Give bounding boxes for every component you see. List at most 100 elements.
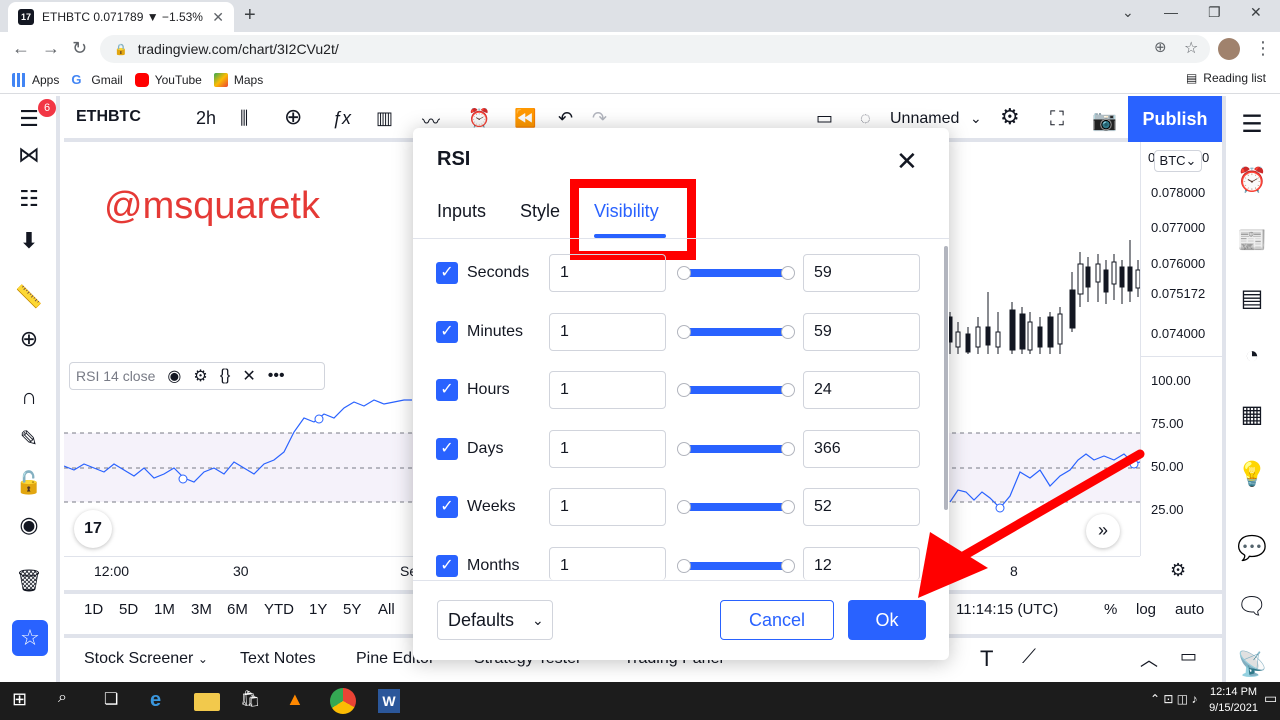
line-tool-icon[interactable]: ⟋ xyxy=(1022,646,1036,669)
bookmark-apps[interactable]: Apps xyxy=(12,72,59,87)
eye-icon[interactable]: ◉ xyxy=(167,366,181,386)
redo-icon[interactable]: ↷ xyxy=(592,108,607,129)
settings-gear-icon[interactable]: ⚙ xyxy=(1000,104,1020,130)
news-icon[interactable]: 📰 xyxy=(1236,226,1268,255)
currency-select[interactable]: BTC⌄ xyxy=(1154,150,1202,172)
rsi-legend[interactable]: RSI 14 close ◉ ⚙ {} ✕ ••• xyxy=(69,362,325,390)
slider-handle-min[interactable] xyxy=(677,442,691,456)
minutes-min-input[interactable]: 1 xyxy=(549,313,666,351)
settings-gear-icon[interactable]: ⚙ xyxy=(193,366,207,386)
unlock-icon[interactable]: 🔓 xyxy=(14,470,44,496)
file-explorer-icon[interactable] xyxy=(194,693,220,711)
tab-text-notes[interactable]: Text Notes xyxy=(240,650,316,668)
remove-icon[interactable]: ✕ xyxy=(242,366,255,386)
broadcast-icon[interactable]: 📡 xyxy=(1236,650,1268,679)
arrow-down-icon[interactable]: ⬇ xyxy=(14,228,44,254)
symbol-search[interactable]: ETHBTC xyxy=(76,108,141,126)
favorites-star-icon[interactable]: ☆ xyxy=(12,620,48,656)
slider-handle-min[interactable] xyxy=(677,559,691,573)
range-1m[interactable]: 1M xyxy=(154,601,175,618)
snapshot-camera-icon[interactable]: 📷 xyxy=(1092,108,1117,133)
eye-icon[interactable]: ◉ xyxy=(14,512,44,538)
minimize-icon[interactable]: — xyxy=(1164,4,1178,20)
indicators-icon[interactable]: ƒx xyxy=(332,108,351,129)
slider-handle-min[interactable] xyxy=(677,325,691,339)
range-1y[interactable]: 1Y xyxy=(309,601,327,618)
ruler-icon[interactable]: 📏 xyxy=(14,284,44,310)
tab-search-icon[interactable]: ⌄ xyxy=(1122,4,1134,21)
zoom-in-icon[interactable]: ⊕ xyxy=(14,326,44,352)
alarm-icon[interactable]: ⏰ xyxy=(468,108,490,129)
slider-handle-max[interactable] xyxy=(781,559,795,573)
bookmark-gmail[interactable]: G Gmail xyxy=(71,72,123,87)
collapse-up-icon[interactable]: ︿ xyxy=(1140,646,1158,672)
bookmark-star-icon[interactable]: ☆ xyxy=(1184,38,1198,58)
bookmark-maps[interactable]: Maps xyxy=(213,72,263,87)
browser-menu-icon[interactable]: ⋮ xyxy=(1254,38,1272,59)
minutes-max-input[interactable]: 59 xyxy=(803,313,920,351)
seconds-min-input[interactable]: 1 xyxy=(549,254,666,292)
defaults-dropdown[interactable]: Defaults ⌄ xyxy=(437,600,553,640)
weeks-min-input[interactable]: 1 xyxy=(549,488,666,526)
close-tab-icon[interactable]: ✕ xyxy=(212,9,224,26)
hotlist-fire-icon[interactable]: ◔ xyxy=(1236,342,1268,370)
range-6m[interactable]: 6M xyxy=(227,601,248,618)
tab-inputs[interactable]: Inputs xyxy=(437,201,486,222)
months-checkbox[interactable]: ✓ xyxy=(436,555,458,577)
layout-name[interactable]: Unnamed xyxy=(890,110,959,128)
minutes-checkbox[interactable]: ✓ xyxy=(436,321,458,343)
range-5d[interactable]: 5D xyxy=(119,601,138,618)
lock-drawings-icon[interactable]: ✎ xyxy=(14,426,44,452)
magnet-icon[interactable]: ∩ xyxy=(14,384,44,410)
maximize-icon[interactable]: ❐ xyxy=(1208,4,1221,21)
word-icon[interactable]: W xyxy=(378,689,400,713)
fib-tool-icon[interactable]: ☷ xyxy=(14,186,44,212)
slider-handle-min[interactable] xyxy=(677,500,691,514)
weeks-checkbox[interactable]: ✓ xyxy=(436,496,458,518)
messages-icon[interactable]: 🗨 xyxy=(1236,592,1268,621)
minutes-range-slider[interactable] xyxy=(684,328,788,336)
reload-icon[interactable]: ↻ xyxy=(72,38,87,59)
vlc-icon[interactable]: ▲ xyxy=(286,689,312,713)
url-bar[interactable]: 🔒 tradingview.com/chart/3I2CVu2t/ xyxy=(100,35,1210,63)
hours-range-slider[interactable] xyxy=(684,386,788,394)
bookmark-youtube[interactable]: YouTube xyxy=(134,72,202,87)
months-min-input[interactable]: 1 xyxy=(549,547,666,580)
store-icon[interactable]: 🛍 xyxy=(240,689,266,713)
task-view-icon[interactable]: ❏ xyxy=(104,689,130,713)
tab-style[interactable]: Style xyxy=(520,201,560,222)
close-icon[interactable]: ✕ xyxy=(896,146,918,177)
notifications-icon[interactable]: ▭ xyxy=(1264,690,1277,707)
more-icon[interactable]: ••• xyxy=(268,367,285,385)
slider-handle-max[interactable] xyxy=(781,325,795,339)
chrome-icon[interactable] xyxy=(330,688,356,714)
slider-handle-max[interactable] xyxy=(781,383,795,397)
data-window-icon[interactable]: ▤ xyxy=(1236,284,1268,313)
search-icon[interactable]: ⌕ xyxy=(58,689,84,713)
interval-button[interactable]: 2h xyxy=(196,108,216,129)
hours-min-input[interactable]: 1 xyxy=(549,371,666,409)
new-tab-icon[interactable]: + xyxy=(244,4,256,27)
back-icon[interactable]: ← xyxy=(12,38,30,59)
ideas-bulb-icon[interactable]: 💡 xyxy=(1236,460,1268,489)
source-code-icon[interactable]: {} xyxy=(220,367,231,385)
range-all[interactable]: All xyxy=(378,601,395,618)
slider-handle-min[interactable] xyxy=(677,266,691,280)
trash-icon[interactable]: 🗑 xyxy=(14,568,44,594)
calendar-icon[interactable]: ▦ xyxy=(1236,400,1268,429)
seconds-max-input[interactable]: 59 xyxy=(803,254,920,292)
fullscreen-icon[interactable]: ⛶ xyxy=(1050,108,1064,131)
slider-handle-max[interactable] xyxy=(781,500,795,514)
range-ytd[interactable]: YTD xyxy=(264,601,294,618)
range-1d[interactable]: 1D xyxy=(84,601,103,618)
tradingview-logo[interactable]: 17 xyxy=(74,510,112,548)
range-5y[interactable]: 5Y xyxy=(343,601,361,618)
text-tool-icon[interactable]: T xyxy=(980,646,993,672)
windows-start-icon[interactable]: ⊞ xyxy=(12,689,38,713)
hours-max-input[interactable]: 24 xyxy=(803,371,920,409)
seconds-checkbox[interactable]: ✓ xyxy=(436,262,458,284)
browser-tab[interactable]: 17 ETHBTC 0.071789 ▼ −1.53% Unn ✕ xyxy=(8,2,234,32)
slider-handle-min[interactable] xyxy=(677,383,691,397)
templates-icon[interactable]: ▥ xyxy=(376,108,393,129)
system-tray-icons[interactable]: ⌃ ⊡ ◫ ♪ xyxy=(1150,692,1197,706)
